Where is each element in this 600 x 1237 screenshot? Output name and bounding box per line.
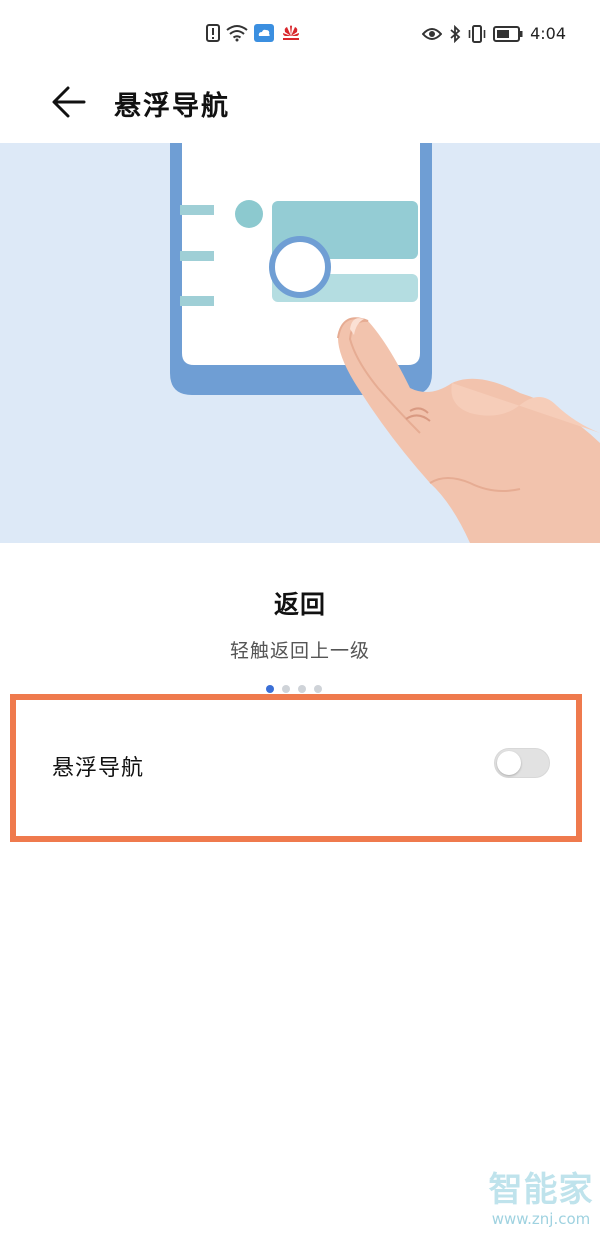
battery-icon	[493, 25, 523, 42]
system-icons: 4:04	[422, 24, 566, 43]
page-indicator[interactable]	[266, 685, 322, 693]
page-dot-active[interactable]	[266, 685, 274, 693]
page-title: 悬浮导航	[114, 91, 230, 122]
alert-icon	[206, 24, 220, 42]
floating-nav-toggle[interactable]	[494, 748, 550, 778]
watermark-text: 智能家	[488, 1170, 594, 1210]
watermark-url: www.znj.com	[491, 1210, 591, 1228]
page-dot[interactable]	[298, 685, 306, 693]
gesture-title: 返回	[273, 590, 326, 619]
toggle-knob	[497, 751, 521, 775]
status-time: 4:04	[530, 24, 566, 43]
notification-icons	[206, 24, 302, 42]
wifi-icon	[226, 25, 248, 42]
page-dot[interactable]	[314, 685, 322, 693]
bluetooth-icon	[450, 24, 461, 43]
huawei-icon	[283, 25, 299, 40]
app-header: 悬浮导航	[0, 70, 600, 142]
status-bar: 4:04	[0, 0, 600, 70]
eye-icon	[422, 27, 443, 40]
setting-label: 悬浮导航	[52, 756, 145, 781]
page-dot[interactable]	[282, 685, 290, 693]
gesture-description: 轻触返回上一级	[229, 640, 370, 662]
back-arrow-icon[interactable]	[48, 80, 92, 124]
vibrate-icon	[468, 24, 486, 43]
gesture-illustration	[0, 143, 600, 543]
floating-nav-setting-row[interactable]: 悬浮导航	[10, 694, 582, 842]
phone-gesture-illustration	[170, 143, 600, 543]
watermark: 智能家 www.znj.com	[486, 1170, 596, 1228]
cloud-icon	[254, 24, 274, 42]
